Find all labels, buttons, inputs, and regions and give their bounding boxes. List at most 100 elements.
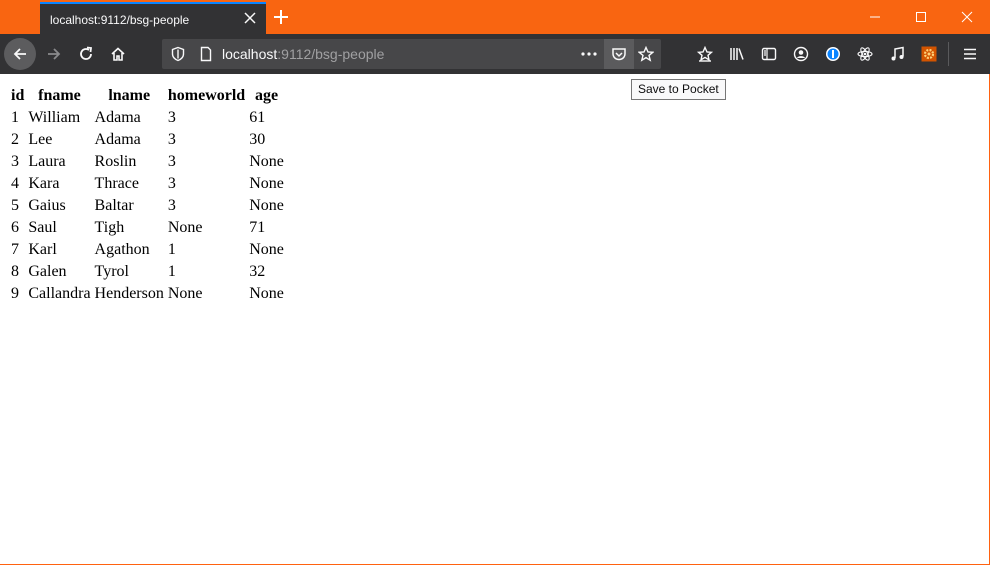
password-manager-icon [826,47,840,61]
pocket-tooltip: Save to Pocket [631,79,726,100]
url-text[interactable]: localhost:9112/bsg-people [222,46,384,62]
table-cell-homeworld: None [167,219,203,236]
table-cell-id: 7 [11,241,19,258]
table-row: 7 Karl Agathon 1 None [10,240,285,260]
column-header-lname: lname [108,87,151,104]
toolbar-separator [948,42,949,66]
table-cell-homeworld: 3 [167,197,176,214]
home-button[interactable] [102,38,134,70]
tab-bsg-people[interactable]: localhost:9112/bsg-people [40,2,266,34]
table-cell-homeworld: 3 [167,109,176,126]
table-cell-fname: Gaius [28,197,66,214]
table-cell-lname: Adama [94,109,141,126]
shield-icon[interactable] [170,46,186,66]
gear-icon [921,46,937,62]
table-row: 8 Galen Tyrol 1 32 [10,262,285,282]
column-header-fname: fname [38,87,81,104]
arrow-left-icon [13,48,26,60]
table-cell-lname: Henderson [94,285,164,302]
table-row: 5 Gaius Baltar 3 None [10,196,285,216]
table-cell-age: None [249,175,284,192]
table-cell-fname: Lee [28,131,53,148]
pocket-button[interactable] [604,39,634,69]
table-cell-id: 1 [11,109,19,126]
table-cell-id: 8 [11,263,19,280]
table-cell-age: None [249,153,284,170]
new-tab-icon[interactable] [272,8,290,26]
page-content: id fname lname homeworld age 1 William Adama 3 6… [0,74,989,564]
table-cell-id: 9 [11,285,19,302]
table-cell-fname: Callandra [28,285,91,302]
table-cell-age: None [249,285,284,302]
library-icon [730,48,744,60]
column-header-homeworld: homeworld [167,87,246,104]
url-bar[interactable]: localhost:9112/bsg-people [162,39,661,69]
table-cell-lname: Tigh [94,219,125,236]
sidebar-button[interactable] [753,38,785,70]
arrow-right-icon [48,48,61,60]
table-cell-lname: Roslin [94,153,137,170]
reload-button[interactable] [70,38,102,70]
menu-button[interactable] [954,38,986,70]
table-cell-id: 6 [11,219,19,236]
music-note-icon [891,46,904,61]
table-cell-fname: William [28,109,81,126]
react-icon [857,47,873,61]
table-cell-age: 32 [249,263,266,280]
sidebar-icon [761,47,777,61]
table-cell-age: None [249,197,284,214]
table-body: 1 William Adama 3 61 2 Lee Adama 3 30 3 Laura Roslin… [10,108,285,304]
library-button[interactable] [721,38,753,70]
more-actions-icon[interactable] [580,46,598,66]
tab-title: localhost:9112/bsg-people [50,13,190,27]
table-cell-lname: Adama [94,131,141,148]
table-cell-homeworld: 1 [167,263,176,280]
table-cell-homeworld: 3 [167,153,176,170]
table-row: 1 William Adama 3 61 [10,108,285,128]
table-cell-lname: Thrace [94,175,139,192]
people-table: id fname lname homeworld age 1 William Adama 3 6… [8,84,287,306]
table-cell-id: 4 [11,175,19,192]
table-cell-lname: Tyrol [94,263,129,280]
table-cell-id: 3 [11,153,19,170]
maximize-button[interactable] [898,0,944,34]
back-button[interactable] [4,38,36,70]
tab-close-icon[interactable] [242,10,258,26]
forward-button[interactable] [38,38,70,70]
minimize-button[interactable] [852,0,898,34]
table-cell-fname: Laura [28,153,66,170]
music-extension-button[interactable] [881,38,913,70]
table-cell-fname: Galen [28,263,67,280]
account-button[interactable] [785,38,817,70]
table-cell-age: None [249,241,284,258]
table-cell-age: 30 [249,131,266,148]
table-cell-homeworld: 1 [167,241,176,258]
table-cell-id: 2 [11,131,19,148]
table-cell-age: 71 [249,219,266,236]
page-icon[interactable] [198,46,214,66]
url-host: localhost [222,46,278,62]
nav-toolbar: localhost:9112/bsg-people [0,34,990,74]
table-cell-age: 61 [249,109,266,126]
tab-strip: localhost:9112/bsg-people [0,0,990,34]
table-row: 9 Callandra Henderson None None [10,284,285,304]
settings-extension-button[interactable] [913,38,945,70]
table-header-row: id fname lname homeworld age [10,86,285,106]
reload-icon [80,46,93,60]
password-manager-extension-button[interactable] [817,38,849,70]
url-path: :9112/bsg-people [277,46,385,62]
star-icon[interactable] [637,45,655,66]
close-window-button[interactable] [944,0,990,34]
table-cell-homeworld: None [167,285,203,302]
bookmark-star-icon [697,46,713,62]
pocket-icon [612,48,626,61]
table-cell-fname: Kara [28,175,60,192]
table-row: 4 Kara Thrace 3 None [10,174,285,194]
save-to-pocket-toolbar-button[interactable] [689,38,721,70]
account-icon [793,46,809,62]
table-cell-id: 5 [11,197,19,214]
table-row: 6 Saul Tigh None 71 [10,218,285,238]
react-devtools-button[interactable] [849,38,881,70]
table-row: 2 Lee Adama 3 30 [10,130,285,150]
table-cell-lname: Baltar [94,197,134,214]
